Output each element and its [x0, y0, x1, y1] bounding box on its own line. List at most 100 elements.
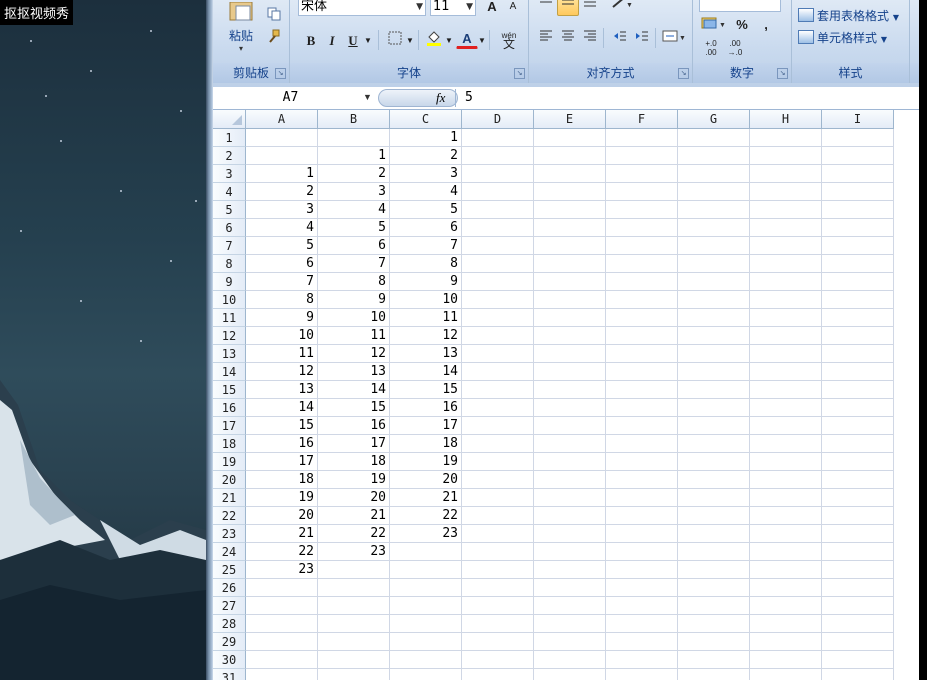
cell-i13[interactable]: [822, 345, 894, 363]
cell-h29[interactable]: [750, 633, 822, 651]
cell-h27[interactable]: [750, 597, 822, 615]
cell-i9[interactable]: [822, 273, 894, 291]
align-bottom-button[interactable]: [579, 0, 601, 16]
cell-d3[interactable]: [462, 165, 534, 183]
cell-g20[interactable]: [678, 471, 750, 489]
column-header-h[interactable]: H: [750, 110, 822, 129]
cell-h30[interactable]: [750, 651, 822, 669]
cell-d19[interactable]: [462, 453, 534, 471]
cell-f17[interactable]: [606, 417, 678, 435]
cell-e7[interactable]: [534, 237, 606, 255]
cell-b13[interactable]: 12: [318, 345, 390, 363]
row-header[interactable]: 10: [213, 291, 246, 309]
cell-i25[interactable]: [822, 561, 894, 579]
cell-c21[interactable]: 21: [390, 489, 462, 507]
cell-i10[interactable]: [822, 291, 894, 309]
cell-b14[interactable]: 13: [318, 363, 390, 381]
cell-a12[interactable]: 10: [246, 327, 318, 345]
cell-b18[interactable]: 17: [318, 435, 390, 453]
row-header[interactable]: 24: [213, 543, 246, 561]
cell-i2[interactable]: [822, 147, 894, 165]
cell-i6[interactable]: [822, 219, 894, 237]
cell-d24[interactable]: [462, 543, 534, 561]
cell-h19[interactable]: [750, 453, 822, 471]
cell-b20[interactable]: 19: [318, 471, 390, 489]
font-name-select[interactable]: 宋体 ▼: [298, 0, 426, 16]
cell-a20[interactable]: 18: [246, 471, 318, 489]
cell-e1[interactable]: [534, 129, 606, 147]
row-header[interactable]: 25: [213, 561, 246, 579]
select-all-button[interactable]: [213, 110, 246, 129]
cell-a13[interactable]: 11: [246, 345, 318, 363]
cell-c22[interactable]: 22: [390, 507, 462, 525]
cell-h3[interactable]: [750, 165, 822, 183]
cell-b21[interactable]: 20: [318, 489, 390, 507]
cell-d1[interactable]: [462, 129, 534, 147]
chevron-down-icon[interactable]: ▼: [362, 30, 374, 52]
cell-b5[interactable]: 4: [318, 201, 390, 219]
cell-e12[interactable]: [534, 327, 606, 345]
cell-h10[interactable]: [750, 291, 822, 309]
cell-g31[interactable]: [678, 669, 750, 680]
cell-f4[interactable]: [606, 183, 678, 201]
cell-d8[interactable]: [462, 255, 534, 273]
chevron-down-icon[interactable]: ▼: [363, 88, 372, 107]
cell-f26[interactable]: [606, 579, 678, 597]
cell-f16[interactable]: [606, 399, 678, 417]
align-middle-button[interactable]: [557, 0, 579, 16]
cell-g25[interactable]: [678, 561, 750, 579]
comma-button[interactable]: ,: [755, 14, 777, 36]
format-painter-button[interactable]: [263, 28, 285, 50]
cell-d2[interactable]: [462, 147, 534, 165]
cell-a7[interactable]: 5: [246, 237, 318, 255]
cell-d9[interactable]: [462, 273, 534, 291]
cell-i20[interactable]: [822, 471, 894, 489]
cell-b29[interactable]: [318, 633, 390, 651]
cell-b6[interactable]: 5: [318, 219, 390, 237]
cell-g27[interactable]: [678, 597, 750, 615]
cell-d6[interactable]: [462, 219, 534, 237]
cell-i18[interactable]: [822, 435, 894, 453]
cell-b26[interactable]: [318, 579, 390, 597]
row-header[interactable]: 6: [213, 219, 246, 237]
cell-g28[interactable]: [678, 615, 750, 633]
column-header-a[interactable]: A: [246, 110, 318, 129]
row-header[interactable]: 18: [213, 435, 246, 453]
cell-f11[interactable]: [606, 309, 678, 327]
cell-d13[interactable]: [462, 345, 534, 363]
cell-i4[interactable]: [822, 183, 894, 201]
cell-g22[interactable]: [678, 507, 750, 525]
cell-e15[interactable]: [534, 381, 606, 399]
cell-b2[interactable]: 1: [318, 147, 390, 165]
formula-input[interactable]: 5: [465, 88, 473, 107]
cell-d14[interactable]: [462, 363, 534, 381]
row-header[interactable]: 17: [213, 417, 246, 435]
cell-i21[interactable]: [822, 489, 894, 507]
row-header[interactable]: 30: [213, 651, 246, 669]
cell-h24[interactable]: [750, 543, 822, 561]
merge-center-button[interactable]: ▼: [659, 28, 689, 50]
cell-b25[interactable]: [318, 561, 390, 579]
cell-h12[interactable]: [750, 327, 822, 345]
dialog-launcher-icon[interactable]: ↘: [275, 68, 286, 79]
cell-f1[interactable]: [606, 129, 678, 147]
cell-g2[interactable]: [678, 147, 750, 165]
cell-c19[interactable]: 19: [390, 453, 462, 471]
cell-c27[interactable]: [390, 597, 462, 615]
column-header-f[interactable]: F: [606, 110, 678, 129]
cell-h22[interactable]: [750, 507, 822, 525]
borders-button[interactable]: [384, 30, 406, 52]
chevron-down-icon[interactable]: ▼: [443, 30, 455, 52]
row-header[interactable]: 20: [213, 471, 246, 489]
row-header[interactable]: 2: [213, 147, 246, 165]
cell-c8[interactable]: 8: [390, 255, 462, 273]
cell-d7[interactable]: [462, 237, 534, 255]
cell-d16[interactable]: [462, 399, 534, 417]
cell-c28[interactable]: [390, 615, 462, 633]
cell-c10[interactable]: 10: [390, 291, 462, 309]
cell-g11[interactable]: [678, 309, 750, 327]
cell-f28[interactable]: [606, 615, 678, 633]
cell-a24[interactable]: 22: [246, 543, 318, 561]
cell-c6[interactable]: 6: [390, 219, 462, 237]
cell-a28[interactable]: [246, 615, 318, 633]
